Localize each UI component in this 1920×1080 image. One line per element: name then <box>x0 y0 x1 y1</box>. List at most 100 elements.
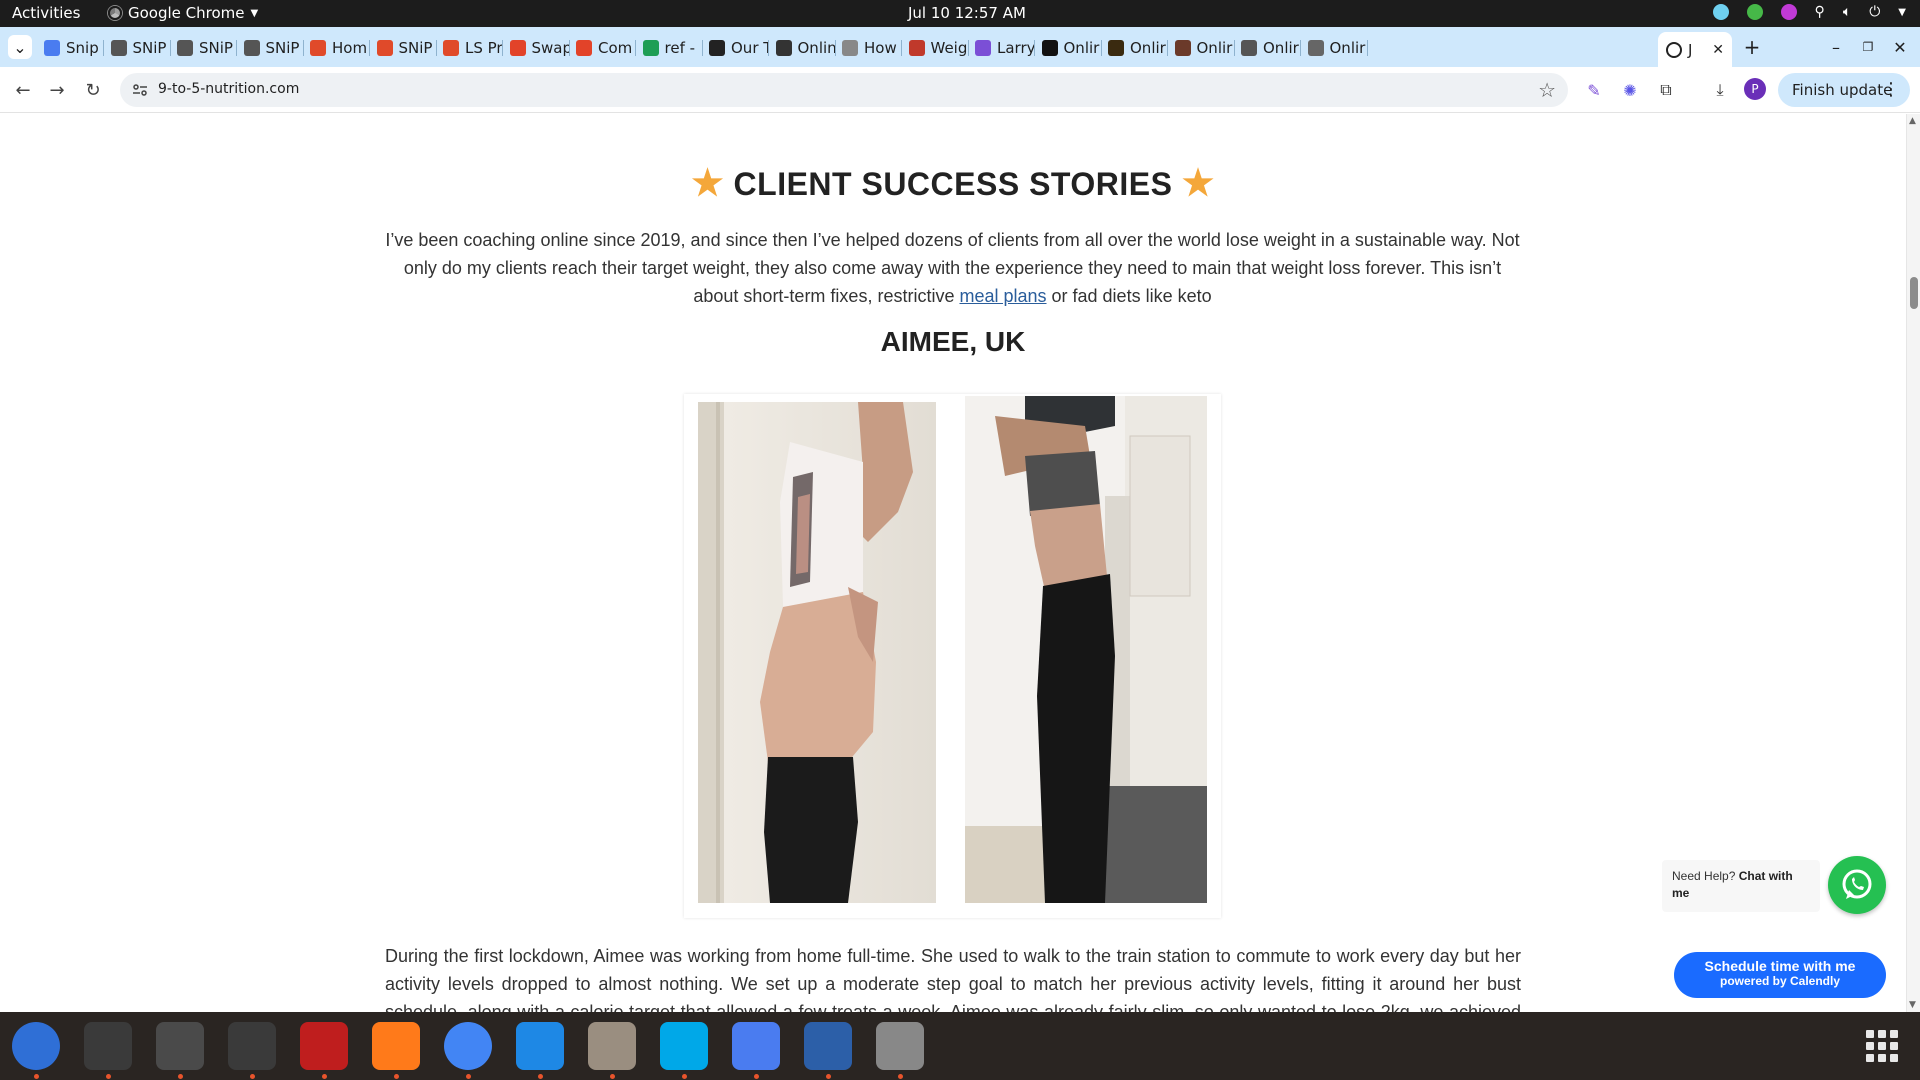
tab-9[interactable]: Com <box>576 33 636 63</box>
tab-1[interactable]: Snip <box>44 33 104 63</box>
tab-active[interactable]: J ✕ <box>1658 32 1732 67</box>
activities-button[interactable]: Activities <box>12 4 80 22</box>
tab-search-button[interactable]: ⌄ <box>8 35 32 59</box>
text-editor-icon[interactable] <box>732 1022 780 1070</box>
avatar[interactable]: P <box>1744 78 1766 100</box>
chrome-icon[interactable] <box>444 1022 492 1070</box>
address-bar[interactable]: 9-to-5-nutrition.com ☆ <box>120 73 1568 107</box>
scroll-down-icon[interactable]: ▼ <box>1909 1000 1916 1010</box>
firefox-icon[interactable] <box>372 1022 420 1070</box>
calendly-powered-by: powered by Calendly <box>1719 974 1841 988</box>
tab-16[interactable]: Onlir <box>1041 33 1102 63</box>
running-indicator <box>826 1074 831 1079</box>
forward-button[interactable]: → <box>44 77 70 103</box>
calendly-schedule-button[interactable]: Schedule time with me powered by Calendl… <box>1674 952 1886 998</box>
snip-icon <box>376 40 393 56</box>
tab-17[interactable]: Onlir <box>1108 33 1168 63</box>
tab-14[interactable]: Weig <box>908 33 969 63</box>
home-icon <box>310 40 326 56</box>
tab-12[interactable]: Onlin <box>775 33 836 63</box>
document-viewer-icon[interactable] <box>804 1022 852 1070</box>
tab-label: Onlir <box>1196 39 1233 57</box>
tab-label: Our T <box>731 39 769 57</box>
tab-separator <box>768 40 769 56</box>
tab-7[interactable]: LS Pr <box>443 33 503 63</box>
tab-8[interactable]: Swap <box>509 33 570 63</box>
app-menu[interactable]: Google Chrome ▼ <box>108 4 258 22</box>
check-tray-icon[interactable] <box>1746 4 1763 20</box>
navigation-bar: ← → ↻ 9-to-5-nutrition.com ☆ ✎ ✺ ⧉ ⤓ P F… <box>0 67 1920 113</box>
download-icon[interactable]: ⤓ <box>1708 78 1732 102</box>
tab-5[interactable]: Hom <box>310 33 370 63</box>
new-tab-button[interactable]: + <box>1740 35 1764 59</box>
tab-11[interactable]: Our T <box>709 33 769 63</box>
files-icon[interactable] <box>588 1022 636 1070</box>
tab-label: Weig <box>930 39 968 57</box>
tab-13[interactable]: How <box>842 33 902 63</box>
close-icon[interactable]: ✕ <box>1712 42 1724 58</box>
extensions-puzzle-icon[interactable]: ⧉ <box>1654 78 1678 102</box>
star-icon: ★ <box>691 162 725 203</box>
tab-6[interactable]: SNiP <box>376 33 437 63</box>
page-icon <box>1666 41 1682 58</box>
disk-utility-icon[interactable] <box>876 1022 924 1070</box>
kebab-menu-icon[interactable]: ⋮ <box>1882 79 1900 100</box>
tab-10[interactable]: ref - <box>642 33 703 63</box>
system-tray[interactable]: ⚲ 🔈︎ ⏻ ▼ <box>1712 4 1906 20</box>
skype-tray-icon[interactable] <box>1712 4 1729 20</box>
filezilla-icon[interactable] <box>300 1022 348 1070</box>
clock[interactable]: Jul 10 12:57 AM <box>908 4 1026 22</box>
gear-extension-icon[interactable]: ✺ <box>1618 78 1642 102</box>
finish-update-button[interactable]: Finish update ⋮ <box>1778 73 1910 107</box>
volume-icon[interactable]: 🔈︎ <box>1843 4 1851 20</box>
chevron-down-icon[interactable]: ▼ <box>1898 7 1906 18</box>
ls-icon <box>443 40 459 56</box>
network-icon[interactable]: ⚲ <box>1815 4 1825 20</box>
minimize-button[interactable]: – <box>1824 35 1848 59</box>
reload-button[interactable]: ↻ <box>80 77 106 103</box>
running-indicator <box>610 1074 615 1079</box>
tab-20[interactable]: Onlir <box>1307 33 1368 63</box>
tab-separator <box>967 40 969 56</box>
tab-15[interactable]: Larry <box>975 33 1035 63</box>
thunderbird-icon[interactable] <box>12 1022 60 1070</box>
tab-3[interactable]: SNiP <box>177 33 237 63</box>
show-applications-icon[interactable] <box>1866 1030 1898 1062</box>
power-icon[interactable]: ⏻ <box>1869 4 1880 20</box>
whatsapp-chat-button[interactable] <box>1828 856 1886 914</box>
url-text[interactable]: 9-to-5-nutrition.com <box>158 81 299 97</box>
tab-18[interactable]: Onlir <box>1174 33 1235 63</box>
system-top-bar: Activities Google Chrome ▼ Jul 10 12:57 … <box>0 0 1920 27</box>
app-tray-icon[interactable] <box>1780 4 1797 20</box>
tab-4[interactable]: SNiP <box>243 33 304 63</box>
calculator-icon[interactable] <box>156 1022 204 1070</box>
close-window-button[interactable]: ✕ <box>1888 35 1912 59</box>
site-info-icon[interactable] <box>132 82 148 98</box>
scrollbar-thumb[interactable] <box>1910 277 1918 309</box>
tab-19[interactable]: Onlir <box>1241 33 1301 63</box>
system-monitor-icon[interactable] <box>228 1022 276 1070</box>
chat-help-bubble[interactable]: Need Help? Chat with me <box>1662 860 1820 912</box>
back-button[interactable]: ← <box>10 77 36 103</box>
before-after-photo[interactable] <box>684 394 1221 918</box>
terminal-icon[interactable] <box>84 1022 132 1070</box>
tab-2[interactable]: SNiP <box>110 33 171 63</box>
client-name-heading: AIMEE, UK <box>880 326 1026 357</box>
tab-separator <box>302 40 304 56</box>
running-indicator <box>178 1074 183 1079</box>
tab-label: Onlir <box>1329 39 1366 57</box>
bookmark-star-icon[interactable]: ☆ <box>1538 78 1556 102</box>
vscode-icon[interactable] <box>516 1022 564 1070</box>
meal-plans-link[interactable]: meal plans <box>959 286 1046 306</box>
pen-extension-icon[interactable]: ✎ <box>1582 78 1606 102</box>
skype-icon[interactable] <box>660 1022 708 1070</box>
scroll-up-icon[interactable]: ▲ <box>1909 116 1916 126</box>
running-indicator <box>322 1074 327 1079</box>
page-scrollbar[interactable]: ▲ ▼ <box>1906 114 1920 1012</box>
brand-icon <box>1174 40 1191 56</box>
tab-separator <box>1233 40 1235 56</box>
restore-button[interactable]: ❐ <box>1856 35 1880 59</box>
tab-label: SNiP <box>265 39 300 57</box>
after-figure <box>965 396 1207 903</box>
running-indicator <box>466 1074 471 1079</box>
